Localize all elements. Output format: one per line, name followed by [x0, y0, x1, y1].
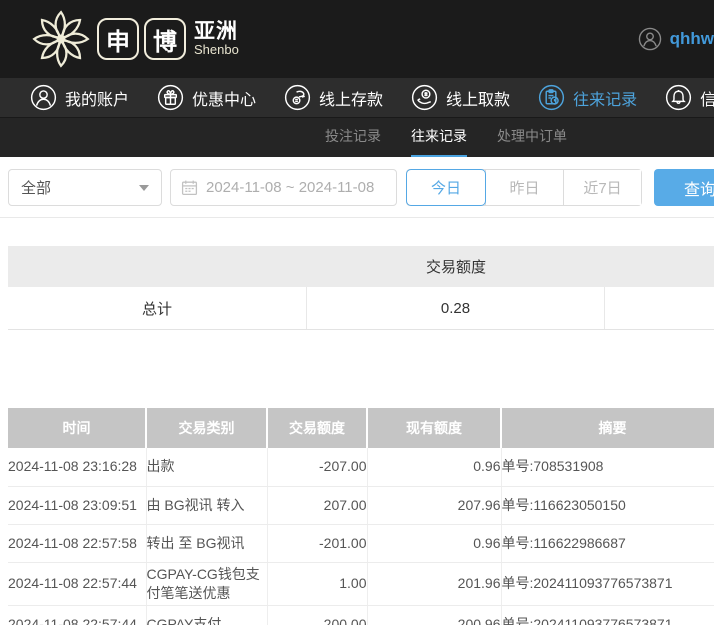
- nav-item-online-withdraw[interactable]: 线上取款: [411, 84, 510, 111]
- brand-latin-label: Shenbo: [194, 43, 239, 57]
- transactions-table: 时间 交易类别 交易额度 现有额度 摘要 2024-11-08 23:16:28…: [8, 408, 714, 625]
- summary-total-value: 0.28: [307, 287, 605, 329]
- cell-summary: 单号:202411093776573871: [501, 605, 714, 625]
- cell-balance: 0.96: [367, 448, 501, 486]
- category-select-value: 全部: [21, 177, 51, 198]
- date-range-value: 2024-11-08 ~ 2024-11-08: [206, 179, 374, 196]
- category-select[interactable]: 全部: [8, 169, 162, 206]
- date-range-input[interactable]: 2024-11-08 ~ 2024-11-08: [170, 169, 397, 206]
- flower-logo-icon: [30, 8, 92, 70]
- page-root: 申 博 亚洲 Shenbo qhhw 我的账户: [0, 0, 714, 625]
- table-row: 2024-11-08 22:57:44 CGPAY-CG钱包支付笔笔送优惠 1.…: [8, 562, 714, 605]
- table-row: 2024-11-08 23:09:51 由 BG视讯 转入 207.00 207…: [8, 486, 714, 524]
- brand-logo[interactable]: 申 博 亚洲 Shenbo: [30, 8, 239, 70]
- nav-item-messages[interactable]: 信息: [665, 84, 714, 111]
- brand-region-label: 亚洲: [194, 20, 239, 43]
- cell-time: 2024-11-08 22:57:44: [8, 562, 146, 605]
- col-header-amount: 交易额度: [267, 408, 367, 448]
- summary-header-amount: 交易额度: [307, 256, 605, 277]
- gift-icon: [157, 84, 184, 111]
- col-header-summary: 摘要: [501, 408, 714, 448]
- summary-total-row: 总计 0.28: [8, 287, 714, 330]
- user-avatar-icon: [638, 27, 662, 51]
- cell-time: 2024-11-08 23:16:28: [8, 448, 146, 486]
- nav-label: 优惠中心: [192, 86, 256, 110]
- calendar-icon: [181, 179, 198, 196]
- cell-type: CGPAY-CG钱包支付笔笔送优惠: [146, 562, 267, 605]
- cell-type: CGPAY支付: [146, 605, 267, 625]
- nav-item-my-account[interactable]: 我的账户: [30, 84, 129, 111]
- cell-time: 2024-11-08 22:57:58: [8, 524, 146, 562]
- nav-item-transaction-records[interactable]: 往来记录: [538, 84, 637, 111]
- nav-label: 线上存款: [319, 86, 383, 110]
- nav-label: 信息: [700, 86, 714, 110]
- cell-balance: 200.96: [367, 605, 501, 625]
- cell-type: 出款: [146, 448, 267, 486]
- cell-summary: 单号:202411093776573871: [501, 562, 714, 605]
- table-row: 2024-11-08 22:57:44 CGPAY支付 200.00 200.9…: [8, 605, 714, 625]
- yesterday-button[interactable]: 昨日: [485, 170, 563, 205]
- cell-amount: 1.00: [267, 562, 367, 605]
- tab-bar: 投注记录 往来记录 处理中订单: [0, 117, 714, 157]
- table-row: 2024-11-08 22:57:58 转出 至 BG视讯 -201.00 0.…: [8, 524, 714, 562]
- summary-table: 交易额度 总计 0.28: [8, 246, 714, 330]
- records-icon: [538, 84, 565, 111]
- nav-label: 线上取款: [446, 86, 510, 110]
- tab-betting-records[interactable]: 投注记录: [325, 118, 381, 158]
- chevron-down-icon: [139, 185, 149, 191]
- query-button[interactable]: 查询: [654, 169, 714, 206]
- tab-transaction-records[interactable]: 往来记录: [411, 118, 467, 158]
- cell-summary: 单号:116622986687: [501, 524, 714, 562]
- cell-summary: 单号:708531908: [501, 448, 714, 486]
- nav-item-online-deposit[interactable]: 线上存款: [284, 84, 383, 111]
- cell-amount: 207.00: [267, 486, 367, 524]
- nav-label: 往来记录: [573, 86, 637, 110]
- deposit-icon: [284, 84, 311, 111]
- top-header: 申 博 亚洲 Shenbo qhhw: [0, 0, 714, 78]
- nav-label: 我的账户: [65, 86, 129, 110]
- summary-header-row: 交易额度: [8, 246, 714, 287]
- filter-bar: 全部 2024-11-08 ~ 2024-11-08 今日 昨日 近7日 查询: [0, 157, 714, 218]
- bell-icon: [665, 84, 692, 111]
- cell-balance: 207.96: [367, 486, 501, 524]
- tab-pending-orders[interactable]: 处理中订单: [497, 118, 567, 158]
- summary-empty-cell: [605, 287, 714, 329]
- summary-total-label: 总计: [8, 287, 307, 329]
- last7days-button[interactable]: 近7日: [563, 170, 641, 205]
- quick-date-group: 今日 昨日 近7日: [406, 169, 642, 206]
- cell-amount: -207.00: [267, 448, 367, 486]
- cell-type: 转出 至 BG视讯: [146, 524, 267, 562]
- table-row: 2024-11-08 23:16:28 出款 -207.00 0.96 单号:7…: [8, 448, 714, 486]
- cell-amount: -201.00: [267, 524, 367, 562]
- account-icon: [30, 84, 57, 111]
- cell-summary: 单号:116623050150: [501, 486, 714, 524]
- username-label[interactable]: qhhw: [670, 29, 714, 49]
- withdraw-icon: [411, 84, 438, 111]
- transactions-body: 2024-11-08 23:16:28 出款 -207.00 0.96 单号:7…: [8, 448, 714, 625]
- user-area[interactable]: qhhw: [638, 27, 714, 51]
- col-header-type: 交易类别: [146, 408, 267, 448]
- cell-time: 2024-11-08 23:09:51: [8, 486, 146, 524]
- today-button[interactable]: 今日: [407, 170, 485, 205]
- cell-type: 由 BG视讯 转入: [146, 486, 267, 524]
- cell-balance: 0.96: [367, 524, 501, 562]
- main-nav: 我的账户 优惠中心 线上存款: [0, 78, 714, 117]
- col-header-time: 时间: [8, 408, 146, 448]
- nav-item-promotions[interactable]: 优惠中心: [157, 84, 256, 111]
- cell-balance: 201.96: [367, 562, 501, 605]
- table-header-row: 时间 交易类别 交易额度 现有额度 摘要: [8, 408, 714, 448]
- brand-char-1: 申: [97, 18, 139, 60]
- transactions-section: 时间 交易类别 交易额度 现有额度 摘要 2024-11-08 23:16:28…: [8, 408, 714, 625]
- brand-char-2: 博: [144, 18, 186, 60]
- col-header-balance: 现有额度: [367, 408, 501, 448]
- cell-amount: 200.00: [267, 605, 367, 625]
- cell-time: 2024-11-08 22:57:44: [8, 605, 146, 625]
